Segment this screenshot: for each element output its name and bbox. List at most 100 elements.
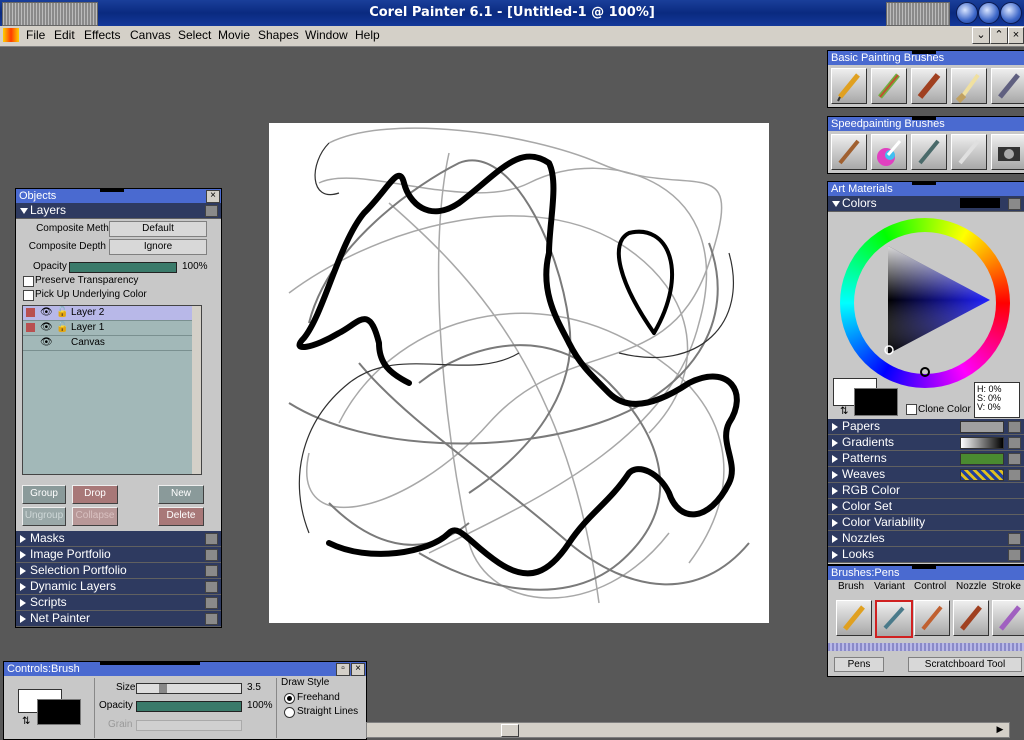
ungroup-button[interactable]: Ungroup [22,507,66,526]
section-menu-icon[interactable] [1008,549,1021,561]
objects-palette-header[interactable]: Objects × [16,188,221,203]
swap-colors-icon[interactable]: ⇅ [22,716,30,727]
composite-depth-select[interactable]: Ignore [109,239,207,255]
eye-icon[interactable]: 👁 [40,321,53,335]
controls-minimize-button[interactable]: ▫ [336,663,350,676]
composite-method-select[interactable]: Default [109,221,207,237]
oil-brush-icon[interactable] [951,68,987,104]
tab-variant[interactable]: Variant [874,581,905,592]
color-set-section[interactable]: Color Set [828,499,1024,515]
tab-brush[interactable]: Brush [838,581,864,592]
section-menu-icon[interactable] [1008,198,1021,210]
net-painter-section[interactable]: Net Painter [16,611,221,627]
grain-slider[interactable] [136,720,242,731]
section-menu-icon[interactable] [205,581,218,593]
doc-restore-button[interactable]: ⌃ [990,27,1008,44]
lock-icon[interactable]: 🔓 [56,306,68,320]
masks-section[interactable]: Masks [16,531,221,547]
weaves-section[interactable]: Weaves [828,467,1024,483]
layers-section[interactable]: Layers [16,203,221,219]
airbrush-icon[interactable] [991,68,1024,104]
doc-minimize-button[interactable]: ⌄ [972,27,990,44]
dynamic-layers-section[interactable]: Dynamic Layers [16,579,221,595]
section-menu-icon[interactable] [205,205,218,217]
clone-color-checkbox[interactable] [906,404,917,415]
menu-help[interactable]: Help [355,28,380,42]
crayon-brush-icon[interactable] [871,68,907,104]
maximize-button[interactable] [978,2,1000,24]
art-materials-header[interactable]: Art Materials [828,181,1024,196]
lock-icon[interactable]: 🔓 [56,321,68,335]
brush-icon[interactable] [914,600,950,636]
collapse-button[interactable]: Collapse [72,507,118,526]
brushes-pens-header[interactable]: Brushes:Pens [828,565,1024,580]
papers-section[interactable]: Papers [828,419,1024,435]
menu-edit[interactable]: Edit [54,28,75,42]
colors-section[interactable]: Colors [828,196,1024,212]
menu-movie[interactable]: Movie [218,28,250,42]
secondary-color-swatch[interactable] [37,699,81,725]
pencil-icon[interactable] [836,600,872,636]
patterns-section[interactable]: Patterns [828,451,1024,467]
drop-button[interactable]: Drop [72,485,118,504]
drawing-canvas[interactable] [269,123,769,623]
eye-icon[interactable]: 👁 [40,306,53,320]
scripts-section[interactable]: Scripts [16,595,221,611]
pencil-brush-icon[interactable] [831,68,867,104]
close-button[interactable] [1000,2,1022,24]
tab-control[interactable]: Control [914,581,946,592]
chalk-brush-icon[interactable] [911,68,947,104]
pick-up-underlying-checkbox[interactable] [23,290,34,301]
section-menu-icon[interactable] [205,549,218,561]
basic-brushes-header[interactable]: Basic Painting Brushes [828,50,1024,65]
section-menu-icon[interactable] [205,533,218,545]
menu-file[interactable]: File [26,28,45,42]
controls-close-button[interactable]: × [351,663,365,676]
section-menu-icon[interactable] [1008,421,1021,433]
speedpainting-header[interactable]: Speedpainting Brushes [828,116,1024,131]
menu-window[interactable]: Window [305,28,348,42]
secondary-color-swatch[interactable] [854,388,898,416]
straight-lines-radio[interactable] [284,707,295,718]
menu-effects[interactable]: Effects [84,28,120,42]
opacity-slider[interactable] [69,262,177,273]
brush-opacity-slider[interactable] [136,701,242,712]
scroll-right-arrow-icon[interactable]: ▶ [993,724,1007,735]
oil-brush-icon[interactable] [953,600,989,636]
menu-select[interactable]: Select [178,28,211,42]
nozzles-section[interactable]: Nozzles [828,531,1024,547]
pen-nib-icon[interactable] [911,134,947,170]
eye-icon[interactable]: 👁 [40,336,53,350]
minimize-button[interactable] [956,2,978,24]
group-button[interactable]: Group [22,485,66,504]
size-slider-thumb[interactable] [159,684,167,693]
felt-pen-icon[interactable] [992,600,1024,636]
brush-tool-icon[interactable] [831,134,867,170]
selection-portfolio-section[interactable]: Selection Portfolio [16,563,221,579]
horizontal-scrollbar[interactable]: ▶ [366,722,1010,738]
color-brush-icon[interactable] [871,134,907,170]
menu-shapes[interactable]: Shapes [258,28,299,42]
section-menu-icon[interactable] [1008,469,1021,481]
eraser-brush-icon[interactable] [951,134,987,170]
menu-canvas[interactable]: Canvas [130,28,171,42]
section-menu-icon[interactable] [1008,533,1021,545]
gradients-section[interactable]: Gradients [828,435,1024,451]
objects-close-button[interactable]: × [206,190,220,203]
tab-nozzle[interactable]: Nozzle [956,581,987,592]
color-variability-section[interactable]: Color Variability [828,515,1024,531]
layers-scrollbar[interactable] [192,306,201,474]
looks-section[interactable]: Looks [828,547,1024,563]
delete-layer-button[interactable]: Delete [158,507,204,526]
doc-close-button[interactable]: × [1008,27,1024,44]
section-menu-icon[interactable] [1008,437,1021,449]
layer-row[interactable]: 👁 Canvas [23,336,199,351]
freehand-radio[interactable] [284,693,295,704]
new-layer-button[interactable]: New [158,485,204,504]
saturation-value-triangle[interactable] [828,212,1024,392]
controls-header[interactable]: Controls:Brush ▫ × [4,661,366,676]
size-slider[interactable] [136,683,242,694]
section-menu-icon[interactable] [205,597,218,609]
brush-variant-select[interactable]: Scratchboard Tool [908,657,1022,672]
section-menu-icon[interactable] [205,565,218,577]
